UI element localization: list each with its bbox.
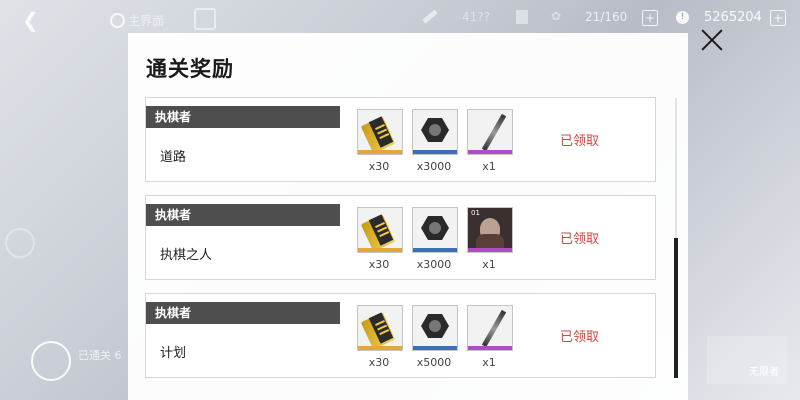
rod-icon[interactable]	[467, 109, 513, 155]
item-quantity: x3000	[416, 160, 452, 173]
item-quantity: x1	[482, 160, 496, 173]
ticket-icon[interactable]	[357, 305, 403, 351]
item-quantity: x30	[368, 356, 390, 369]
bottom-card-2-label: 无限者	[749, 367, 779, 378]
player-info-line-2: 已通关 6	[78, 349, 122, 362]
stamina-value: 41??	[462, 10, 491, 24]
pen-icon	[422, 9, 438, 24]
reward-card-3: 执棋者 计划 x30 x5000 x1 已领取	[145, 293, 656, 378]
item-quantity: x30	[368, 258, 390, 271]
reward-card-1: 执棋者 道路 x30 x3000 x1 已领取	[145, 97, 656, 182]
reward-name: 道路	[160, 150, 187, 165]
ticket-icon[interactable]	[357, 109, 403, 155]
inventory-box-icon	[516, 10, 528, 24]
home-circle-icon[interactable]	[110, 13, 125, 28]
capacity-counter: 21/160	[585, 10, 628, 24]
scrollbar-thumb[interactable]	[674, 238, 678, 378]
home-label[interactable]: 主界面	[128, 12, 164, 29]
claimed-status: 已领取	[560, 134, 600, 149]
reward-category: 执棋者	[146, 106, 340, 128]
item-quantity: x1	[482, 356, 496, 369]
reward-card-2: 执棋者 执棋之人 x30 x3000 01 x1 已领取	[145, 195, 656, 280]
portrait-icon[interactable]: 01	[467, 207, 513, 253]
reward-name: 计划	[160, 346, 187, 361]
add-capacity-button[interactable]: +	[642, 10, 658, 26]
close-icon[interactable]	[700, 26, 724, 54]
reward-name: 执棋之人	[160, 248, 213, 263]
item-quantity: x1	[482, 258, 496, 271]
claimed-status: 已领取	[560, 330, 600, 345]
claimed-status: 已领取	[560, 232, 600, 247]
dialog-title: 通关奖励	[146, 57, 234, 81]
portrait-tag: 01	[471, 209, 480, 217]
item-quantity: x5000	[416, 356, 452, 369]
back-chevron-icon[interactable]: ❮	[22, 8, 39, 32]
rod-icon[interactable]	[467, 305, 513, 351]
avatar[interactable]	[31, 341, 71, 381]
nut-icon[interactable]	[412, 109, 458, 155]
nut-icon[interactable]	[412, 305, 458, 351]
add-currency-button[interactable]: +	[770, 10, 786, 26]
left-ring-icon	[5, 228, 35, 258]
leaf-icon: ✿	[551, 9, 562, 23]
ticket-icon[interactable]	[357, 207, 403, 253]
nut-icon[interactable]	[412, 207, 458, 253]
item-quantity: x3000	[416, 258, 452, 271]
reward-category: 执棋者	[146, 302, 340, 324]
coin-icon: !	[676, 11, 689, 24]
bottom-card-2[interactable]: 无限者	[707, 336, 787, 384]
item-quantity: x30	[368, 160, 390, 173]
reward-category: 执棋者	[146, 204, 340, 226]
menu-square-icon[interactable]	[194, 8, 216, 30]
player-info: 已通关 6	[78, 348, 122, 363]
currency-amount: 5265204	[704, 10, 762, 25]
